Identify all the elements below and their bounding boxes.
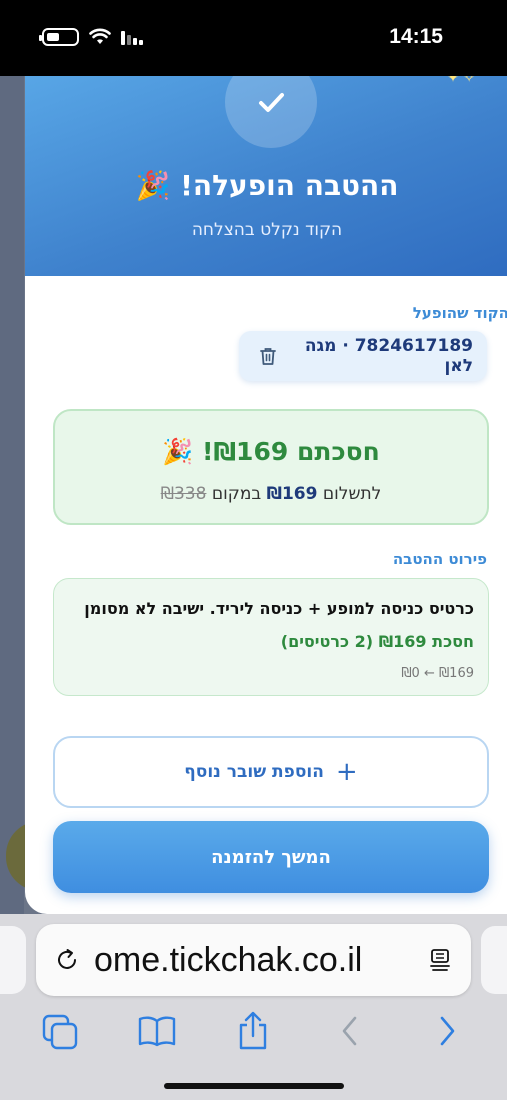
share-icon <box>240 1011 267 1050</box>
continue-label: המשך להזמנה <box>211 846 331 868</box>
modal-header: ✦ ✧ ההטבה הופעלה! 🎉 הקוד נקלט בהצלחה <box>25 76 507 276</box>
applied-code-text: 7824617189 · מגה לאן <box>304 336 473 376</box>
add-voucher-button[interactable]: + הוספת שובר נוסף <box>53 736 489 808</box>
remove-code-button[interactable] <box>253 341 283 371</box>
bookmarks-button[interactable] <box>133 1009 181 1053</box>
pay-amount: ₪169 <box>266 484 318 504</box>
status-time: 14:15 <box>389 25 443 48</box>
address-bar[interactable]: ome.tickchak.co.il <box>36 924 471 996</box>
details-label: פירוט ההטבה <box>392 550 487 568</box>
add-voucher-label: הוספת שובר נוסף <box>184 762 324 782</box>
promo-details-box: כרטיס כניסה למופע + כניסה ליריד. ישיבה ל… <box>53 578 489 696</box>
reload-icon[interactable] <box>54 947 80 973</box>
tabs-button[interactable] <box>36 1009 84 1053</box>
status-bar: 14:15 <box>0 0 507 76</box>
trash-icon <box>260 348 276 365</box>
continue-to-order-button[interactable]: המשך להזמנה <box>53 821 489 893</box>
plus-icon: + <box>335 757 358 787</box>
back-button[interactable] <box>326 1009 374 1053</box>
reader-mode-icon[interactable] <box>427 947 453 973</box>
applied-code-pill: 7824617189 · מגה לאן <box>239 331 487 381</box>
cellular-signal-icon <box>121 29 143 45</box>
wifi-icon <box>89 28 111 44</box>
details-price-change: ₪169 ← ₪0 <box>401 666 474 681</box>
savings-payment-line: לתשלום ₪169 במקום ₪338 <box>55 484 487 504</box>
details-description: כרטיס כניסה למופע + כניסה ליריד. ישיבה ל… <box>84 599 474 618</box>
confetti-icon: ✦ ✧ <box>447 76 475 86</box>
chevron-right-icon <box>440 1016 454 1046</box>
home-indicator[interactable] <box>164 1083 344 1089</box>
browser-bottom-bar: ome.tickchak.co.il <box>0 914 507 1100</box>
share-button[interactable] <box>229 1009 277 1053</box>
savings-summary-box: חסכתם ₪169! 🎉 לתשלום ₪169 במקום ₪338 <box>53 409 489 525</box>
pay-prefix: לתשלום <box>322 484 382 504</box>
modal-title: ההטבה הופעלה! 🎉 <box>135 169 399 202</box>
url-text: ome.tickchak.co.il <box>94 940 363 979</box>
savings-title: חסכתם ₪169! 🎉 <box>162 437 380 466</box>
details-saving: חסכת ₪169 (2 כרטיסים) <box>280 632 474 651</box>
success-check-icon <box>225 76 317 148</box>
forward-button[interactable] <box>423 1009 471 1053</box>
modal-subtitle: הקוד נקלט בהצלחה <box>191 220 343 240</box>
chevron-left-icon <box>342 1016 357 1046</box>
promo-success-modal: ✦ ✧ ההטבה הופעלה! 🎉 הקוד נקלט בהצלחה הקו… <box>25 76 507 914</box>
original-price: ₪338 <box>160 484 207 504</box>
tabs-icon <box>43 1014 78 1050</box>
book-icon <box>138 1016 176 1047</box>
applied-code-label: הקוד שהופעל <box>412 304 507 322</box>
browser-toolbar <box>0 1006 507 1056</box>
battery-icon <box>39 28 79 46</box>
status-icons <box>39 28 143 46</box>
next-tab-peek[interactable] <box>481 926 507 994</box>
instead-of-label: במקום <box>211 484 262 504</box>
previous-tab-peek[interactable] <box>0 926 26 994</box>
